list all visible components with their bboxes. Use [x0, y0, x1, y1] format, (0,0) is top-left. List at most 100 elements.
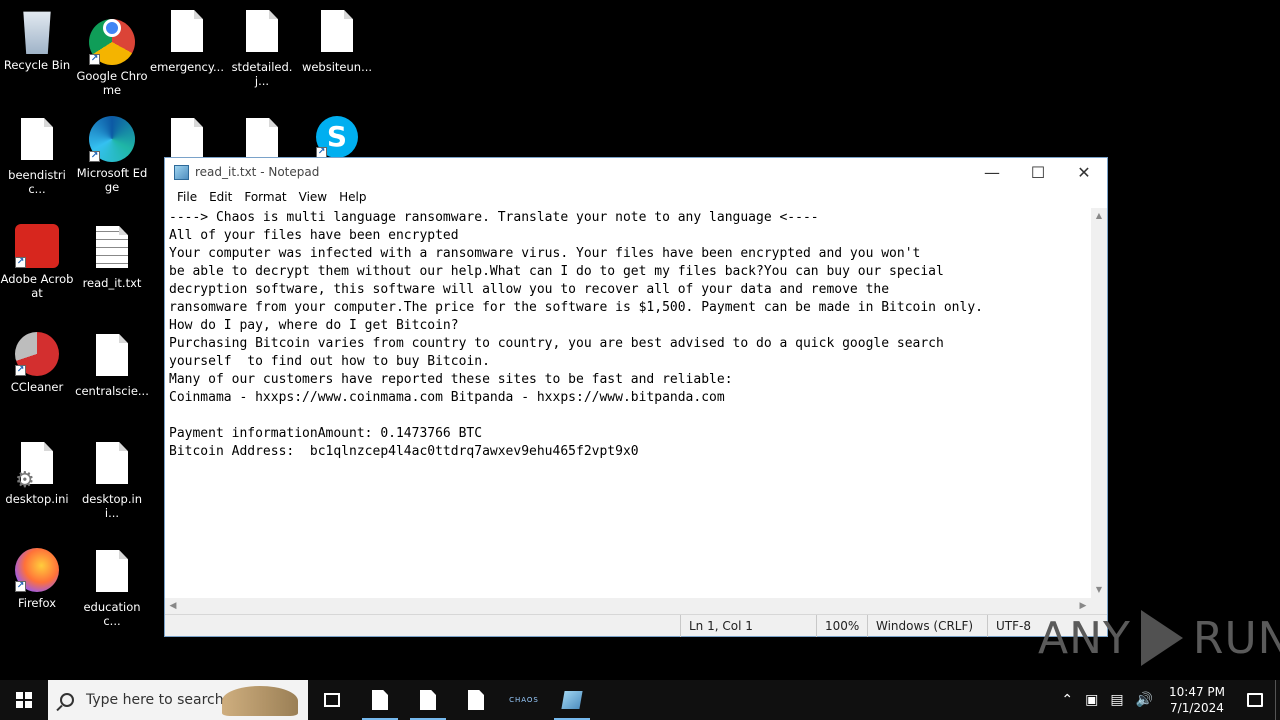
text-line: Bitcoin Address: bc1qlnzcep4l4ac0ttdrq7a… — [169, 444, 639, 459]
line-ending: Windows (CRLF) — [867, 615, 973, 637]
anyrun-watermark: ANY RUN — [1038, 610, 1280, 666]
desktop-icon-educationc[interactable]: educationc... — [75, 548, 149, 628]
maximize-button[interactable]: ☐ — [1015, 158, 1061, 186]
text-line: Your computer was infected with a ransom… — [169, 246, 921, 261]
document-icon — [372, 690, 388, 710]
watermark-right: RUN — [1192, 612, 1280, 664]
search-icon — [60, 693, 74, 707]
desktop-icon-label: websiteun... — [301, 60, 373, 74]
scroll-down-icon[interactable]: ▼ — [1091, 582, 1107, 598]
shortcut-arrow-icon: ↗ — [15, 365, 26, 376]
text-line: How do I pay, where do I get Bitcoin? — [169, 318, 459, 333]
status-bar: Ln 1, Col 1 100% Windows (CRLF) UTF-8 — [165, 614, 1107, 637]
chrome-icon: ↗ — [89, 19, 135, 65]
task-view-button[interactable] — [308, 680, 356, 720]
menu-format[interactable]: Format — [238, 190, 292, 204]
cursor-position: Ln 1, Col 1 — [680, 615, 753, 637]
desktop-icon-label: Adobe Acrobat — [0, 272, 74, 300]
ccleaner-icon: ↗ — [15, 332, 59, 376]
desktop-icon-stdetailed[interactable]: stdetailed.j... — [225, 8, 299, 88]
text-line: decryption software, this software will … — [169, 282, 890, 297]
menu-help[interactable]: Help — [333, 190, 372, 204]
taskbar-file-2[interactable] — [404, 680, 452, 720]
vertical-scrollbar[interactable]: ▲ ▼ — [1091, 208, 1107, 598]
clock[interactable]: 10:47 PM 7/1/2024 — [1159, 684, 1235, 716]
desktop-icon-label: emergency... — [150, 60, 224, 74]
desktop-icon-desktopini2[interactable]: desktop.ini... — [75, 440, 149, 520]
desktop-icon-readit[interactable]: read_it.txt — [75, 224, 149, 290]
network-icon[interactable]: ▤ — [1104, 692, 1129, 708]
desktop-icon-chrome[interactable]: ↗ Google Chrome — [75, 8, 149, 97]
taskbar-file-1[interactable] — [356, 680, 404, 720]
search-box[interactable]: Type here to search — [48, 680, 308, 720]
text-line — [169, 407, 1091, 425]
desktop-icon-acrobat[interactable]: ↗ Adobe Acrobat — [0, 224, 74, 300]
scroll-left-icon[interactable]: ◀ — [165, 598, 181, 614]
device-icon[interactable]: ▣ — [1079, 692, 1104, 708]
settings-file-icon: ⚙ — [15, 442, 59, 493]
document-icon — [90, 550, 134, 596]
notepad-icon — [174, 164, 189, 180]
firefox-icon: ↗ — [15, 548, 59, 592]
text-line: Purchasing Bitcoin varies from country t… — [169, 336, 944, 351]
desktop-icon-emergency[interactable]: emergency... — [150, 8, 224, 74]
encoding: UTF-8 — [987, 615, 1031, 637]
text-file-icon — [90, 226, 134, 272]
desktop-icon-ccleaner[interactable]: ↗ CCleaner — [0, 332, 74, 394]
desktop-icon-websiteun[interactable]: websiteun... — [300, 8, 374, 74]
menu-edit[interactable]: Edit — [203, 190, 238, 204]
menu-file[interactable]: File — [171, 190, 203, 204]
skype-icon: S ↗ — [316, 116, 358, 158]
desktop-icon-label: beendistric... — [8, 168, 66, 196]
windows-logo-icon — [16, 692, 32, 708]
system-tray: ⌃ ▣ ▤ 🔊 10:47 PM 7/1/2024 — [1055, 680, 1280, 720]
zoom-level: 100% — [816, 615, 859, 637]
text-line: Coinmama - hxxps://www.coinmama.com Bitp… — [169, 390, 725, 405]
start-button[interactable] — [0, 680, 48, 720]
desktop-icon-recycle[interactable]: Recycle Bin — [0, 8, 74, 72]
text-editor[interactable]: ----> Chaos is multi language ransomware… — [165, 208, 1091, 598]
taskbar-chaos[interactable]: CHAOS — [500, 680, 548, 720]
desktop-icon-label: read_it.txt — [82, 276, 142, 290]
gear-icon: ⚙ — [15, 468, 35, 493]
desktop-icon-label: desktop.ini... — [81, 492, 142, 520]
desktop-icon-beendistric[interactable]: beendistric... — [0, 116, 74, 196]
clock-time: 10:47 PM — [1169, 685, 1225, 699]
desktop-icon-label: stdetailed.j... — [231, 60, 293, 88]
notepad-window[interactable]: read_it.txt - Notepad — ☐ ✕ File Edit Fo… — [164, 157, 1108, 637]
desktop-icon-centralscie[interactable]: centralscie... — [75, 332, 149, 398]
desktop-icon-skype[interactable]: S ↗ — [300, 116, 374, 162]
horizontal-scrollbar[interactable]: ◀ ▶ — [165, 598, 1091, 614]
document-icon — [420, 690, 436, 710]
document-icon — [468, 690, 484, 710]
taskbar-file-3[interactable] — [452, 680, 500, 720]
desktop-icon-label: Firefox — [17, 596, 57, 610]
desktop-icon-label: desktop.ini — [5, 492, 69, 506]
text-line: All of your files have been encrypted — [169, 228, 459, 243]
desktop-icon-label: Google Chrome — [76, 69, 148, 97]
close-button[interactable]: ✕ — [1061, 158, 1107, 186]
volume-icon[interactable]: 🔊 — [1130, 692, 1159, 708]
edge-icon: ↗ — [89, 116, 135, 162]
minimize-button[interactable]: — — [969, 158, 1015, 186]
text-line: yourself to find out how to buy Bitcoin. — [169, 354, 490, 369]
shortcut-arrow-icon: ↗ — [15, 581, 26, 592]
watermark-left: ANY — [1038, 612, 1131, 664]
notification-button[interactable] — [1235, 680, 1275, 720]
text-line: ----> Chaos is multi language ransomware… — [169, 210, 819, 225]
show-desktop-button[interactable] — [1275, 680, 1280, 720]
menu-view[interactable]: View — [293, 190, 333, 204]
document-icon — [15, 118, 59, 164]
taskbar-notepad[interactable] — [548, 680, 596, 720]
desktop-icon-desktopini1[interactable]: ⚙ desktop.ini — [0, 440, 74, 506]
desktop-icon-firefox[interactable]: ↗ Firefox — [0, 548, 74, 610]
desktop-icon-label: CCleaner — [10, 380, 64, 394]
desktop-icon-label: Microsoft Edge — [76, 166, 148, 194]
search-placeholder: Type here to search — [86, 692, 224, 708]
text-line: ransomware from your computer.The price … — [169, 300, 983, 315]
chevron-up-icon[interactable]: ⌃ — [1055, 692, 1079, 708]
document-icon — [315, 10, 359, 56]
scroll-up-icon[interactable]: ▲ — [1091, 208, 1107, 224]
desktop-icon-edge[interactable]: ↗ Microsoft Edge — [75, 116, 149, 194]
title-bar[interactable]: read_it.txt - Notepad — ☐ ✕ — [165, 158, 1107, 186]
